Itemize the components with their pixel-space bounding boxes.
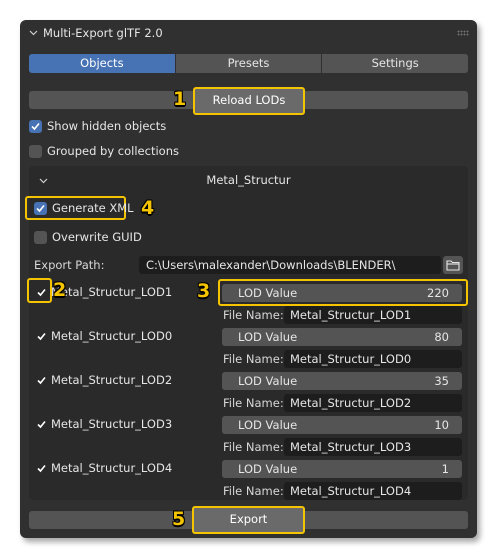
lod-value-field[interactable]: LOD Value 10	[222, 416, 462, 434]
file-name-label: File Name:	[223, 396, 284, 410]
panel-header[interactable]: Multi-Export glTF 2.0	[20, 20, 477, 46]
checkbox[interactable]	[34, 201, 47, 215]
callout-2: 2	[53, 279, 67, 301]
object-group-title: Metal_Structur	[206, 173, 291, 187]
lod1-checkbox-highlight	[27, 278, 52, 303]
lod-name: Metal_Structur_LOD4	[51, 461, 173, 475]
file-name-label: File Name:	[223, 352, 284, 366]
export-path-label: Export Path:	[34, 258, 105, 272]
file-name-label: File Name:	[223, 484, 284, 498]
file-name-field[interactable]: Metal_Structur_LOD1	[284, 306, 462, 324]
checkmark-icon	[37, 376, 46, 385]
tab-settings[interactable]: Settings	[322, 54, 468, 73]
generate-xml-toggle[interactable]: Generate XML	[34, 200, 134, 216]
lod-name: Metal_Structur_LOD2	[51, 373, 173, 387]
file-name-field[interactable]: Metal_Structur_LOD4	[284, 482, 462, 500]
file-name-field[interactable]: Metal_Structur_LOD0	[284, 350, 462, 368]
overwrite-guid-label: Overwrite GUID	[52, 230, 142, 244]
file-name-label: File Name:	[223, 308, 284, 322]
checkmark-icon	[31, 122, 40, 130]
export-path-field[interactable]: C:\Users\malexander\Downloads\BLENDER\	[139, 256, 441, 274]
grouped-by-collections-toggle[interactable]: Grouped by collections	[29, 143, 179, 159]
checkbox[interactable]	[34, 230, 47, 244]
lod-name: Metal_Structur_LOD0	[51, 329, 173, 343]
lod-row: Metal_Structur_LOD3 LOD Value 10 File Na…	[20, 416, 477, 460]
chevron-down-icon[interactable]	[29, 28, 38, 37]
lod-value-field[interactable]: LOD Value 35	[222, 372, 462, 390]
tab-bar: Objects Presets Settings	[29, 54, 468, 73]
checkmark-icon	[37, 332, 46, 341]
lod-row: Metal_Structur_LOD4 LOD Value 1 File Nam…	[20, 460, 477, 504]
folder-icon	[446, 260, 460, 271]
browse-folder-button[interactable]	[443, 256, 463, 274]
checkbox[interactable]	[29, 119, 42, 133]
lod-value-field[interactable]: LOD Value 1	[222, 460, 462, 478]
callout-3: 3	[197, 280, 211, 302]
lod-value: 1	[441, 462, 449, 476]
grip-icon[interactable]	[457, 30, 469, 36]
lod-value-label: LOD Value	[238, 462, 298, 476]
tab-objects[interactable]: Objects	[29, 54, 175, 73]
overwrite-guid-toggle[interactable]: Overwrite GUID	[34, 229, 142, 245]
panel-title: Multi-Export glTF 2.0	[43, 26, 163, 40]
lod-value: 10	[434, 418, 449, 432]
file-name-field[interactable]: Metal_Structur_LOD3	[284, 438, 462, 456]
lod-row: Metal_Structur_LOD2 LOD Value 35 File Na…	[20, 372, 477, 416]
callout-5: 5	[172, 508, 186, 530]
show-hidden-objects-toggle[interactable]: Show hidden objects	[29, 118, 166, 134]
lod-row: Metal_Structur_LOD0 LOD Value 80 File Na…	[20, 328, 477, 372]
lod-name: Metal_Structur_LOD3	[51, 417, 173, 431]
lod1-value-highlight	[218, 279, 468, 306]
callout-4: 4	[141, 197, 155, 219]
multi-export-panel: Multi-Export glTF 2.0 Objects Presets Se…	[20, 20, 477, 538]
lod-value-label: LOD Value	[238, 418, 298, 432]
checkmark-icon	[37, 464, 46, 473]
reload-lods-button[interactable]: Reload LODs	[193, 87, 305, 115]
export-button[interactable]: Export	[192, 506, 305, 534]
lod-value-label: LOD Value	[238, 374, 298, 388]
lod-name: Metal_Structur_LOD1	[51, 285, 173, 299]
file-name-label: File Name:	[223, 440, 284, 454]
show-hidden-label: Show hidden objects	[47, 119, 167, 133]
lod-value-field[interactable]: LOD Value 80	[222, 328, 462, 346]
lod-value-label: LOD Value	[238, 330, 298, 344]
checkmark-icon	[37, 420, 46, 429]
callout-1: 1	[173, 88, 187, 110]
grouped-label: Grouped by collections	[47, 144, 179, 158]
file-name-field[interactable]: Metal_Structur_LOD2	[284, 394, 462, 412]
lod-value: 80	[434, 330, 449, 344]
generate-xml-label: Generate XML	[52, 201, 134, 215]
lod-value: 35	[434, 374, 449, 388]
checkmark-icon	[36, 204, 45, 212]
tab-presets[interactable]: Presets	[175, 54, 322, 73]
checkbox[interactable]	[29, 144, 42, 158]
